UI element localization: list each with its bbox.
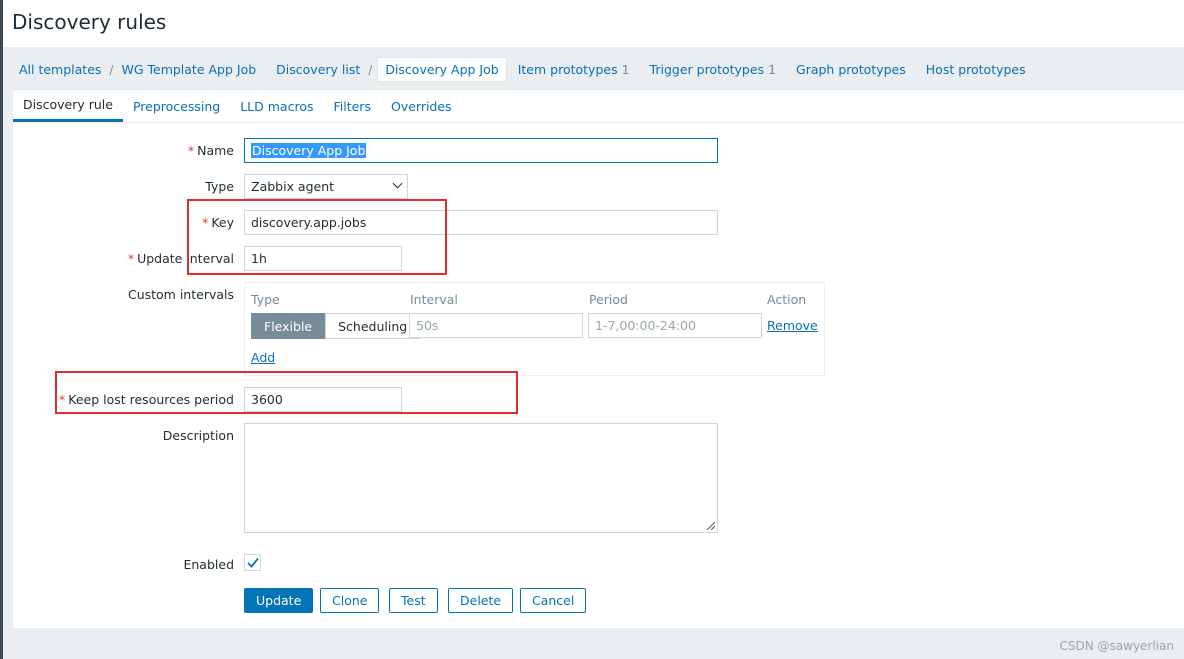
breadcrumb-host-prototypes[interactable]: Host prototypes bbox=[919, 56, 1033, 83]
remove-link[interactable]: Remove bbox=[767, 318, 818, 333]
custom-intervals-label: Custom intervals bbox=[127, 287, 234, 302]
breadcrumb-trigger-prototypes[interactable]: Trigger prototypes 1 bbox=[643, 56, 783, 83]
tab-lld-macros[interactable]: LLD macros bbox=[230, 90, 323, 122]
tab-preprocessing[interactable]: Preprocessing bbox=[123, 90, 230, 122]
breadcrumb-label: Discovery list bbox=[276, 62, 361, 77]
interval-type-toggle: Flexible Scheduling bbox=[251, 313, 421, 339]
breadcrumb-label: All templates bbox=[19, 62, 102, 77]
breadcrumb-discovery-list[interactable]: Discovery list bbox=[269, 56, 367, 83]
tab-discovery-rule[interactable]: Discovery rule bbox=[13, 90, 123, 122]
flexible-option[interactable]: Flexible bbox=[251, 313, 326, 339]
breadcrumb-label: Graph prototypes bbox=[796, 62, 906, 77]
name-label: * Name bbox=[188, 143, 234, 158]
tab-filters[interactable]: Filters bbox=[323, 90, 380, 122]
annotation-highlight-keep-lost bbox=[55, 371, 518, 414]
enabled-label: Enabled bbox=[183, 557, 234, 572]
breadcrumb-label: Trigger prototypes bbox=[649, 62, 765, 77]
test-button[interactable]: Test bbox=[389, 588, 438, 613]
annotation-highlight-key bbox=[187, 199, 447, 275]
breadcrumb-all-templates[interactable]: All templates bbox=[12, 56, 108, 83]
name-value: Discovery App Job bbox=[251, 143, 367, 158]
description-label: Description bbox=[162, 428, 234, 443]
breadcrumb-item-prototypes[interactable]: Item prototypes 1 bbox=[511, 56, 637, 83]
type-select[interactable]: Zabbix agent bbox=[244, 174, 408, 199]
period-input[interactable]: 1-7,00:00-24:00 bbox=[588, 313, 762, 338]
type-label: Type bbox=[205, 179, 234, 194]
add-interval-link[interactable]: Add bbox=[251, 350, 275, 365]
update-button[interactable]: Update bbox=[244, 588, 314, 613]
breadcrumb-discovery-rule[interactable]: Discovery App Job bbox=[377, 57, 507, 82]
trigger-prototypes-count: 1 bbox=[768, 62, 777, 77]
breadcrumb-separator: / bbox=[368, 62, 373, 77]
tab-bar: Discovery rule Preprocessing LLD macros … bbox=[13, 90, 1184, 123]
interval-input[interactable]: 50s bbox=[409, 313, 583, 338]
title-bar bbox=[3, 0, 1184, 47]
breadcrumb-graph-prototypes[interactable]: Graph prototypes bbox=[789, 56, 913, 83]
description-textarea[interactable] bbox=[244, 423, 718, 533]
enabled-checkbox[interactable] bbox=[244, 554, 261, 571]
tab-overrides[interactable]: Overrides bbox=[381, 90, 462, 122]
col-header-action: Action bbox=[767, 292, 807, 307]
cancel-button[interactable]: Cancel bbox=[520, 588, 587, 613]
resize-handle-icon[interactable] bbox=[707, 522, 715, 530]
breadcrumb: All templates / WG Template App Job Disc… bbox=[12, 56, 1033, 83]
breadcrumb-label: Host prototypes bbox=[925, 62, 1026, 77]
chevron-down-icon bbox=[392, 178, 403, 189]
breadcrumb-label: Item prototypes bbox=[517, 62, 618, 77]
item-prototypes-count: 1 bbox=[621, 62, 630, 77]
type-value: Zabbix agent bbox=[251, 179, 335, 194]
form-panel: Discovery rule Preprocessing LLD macros … bbox=[13, 89, 1184, 628]
checkmark-icon bbox=[247, 557, 259, 568]
col-header-type: Type bbox=[251, 292, 280, 307]
clone-button[interactable]: Clone bbox=[320, 588, 380, 613]
required-marker: * bbox=[127, 251, 135, 266]
name-input[interactable]: Discovery App Job bbox=[244, 138, 718, 163]
breadcrumb-label: WG Template App Job bbox=[121, 62, 257, 77]
page-title: Discovery rules bbox=[12, 10, 167, 34]
breadcrumb-template[interactable]: WG Template App Job bbox=[114, 56, 263, 83]
sidebar-edge bbox=[0, 0, 3, 659]
scheduling-option[interactable]: Scheduling bbox=[325, 313, 421, 339]
breadcrumb-label: Discovery App Job bbox=[385, 62, 499, 77]
col-header-interval: Interval bbox=[410, 292, 458, 307]
watermark: CSDN @sawyerlian bbox=[1059, 639, 1175, 653]
col-header-period: Period bbox=[589, 292, 628, 307]
delete-button[interactable]: Delete bbox=[448, 588, 514, 613]
required-marker: * bbox=[187, 143, 195, 158]
name-label-text: Name bbox=[197, 143, 234, 158]
custom-intervals-table: Type Interval Period Action Flexible Sch… bbox=[244, 282, 825, 376]
